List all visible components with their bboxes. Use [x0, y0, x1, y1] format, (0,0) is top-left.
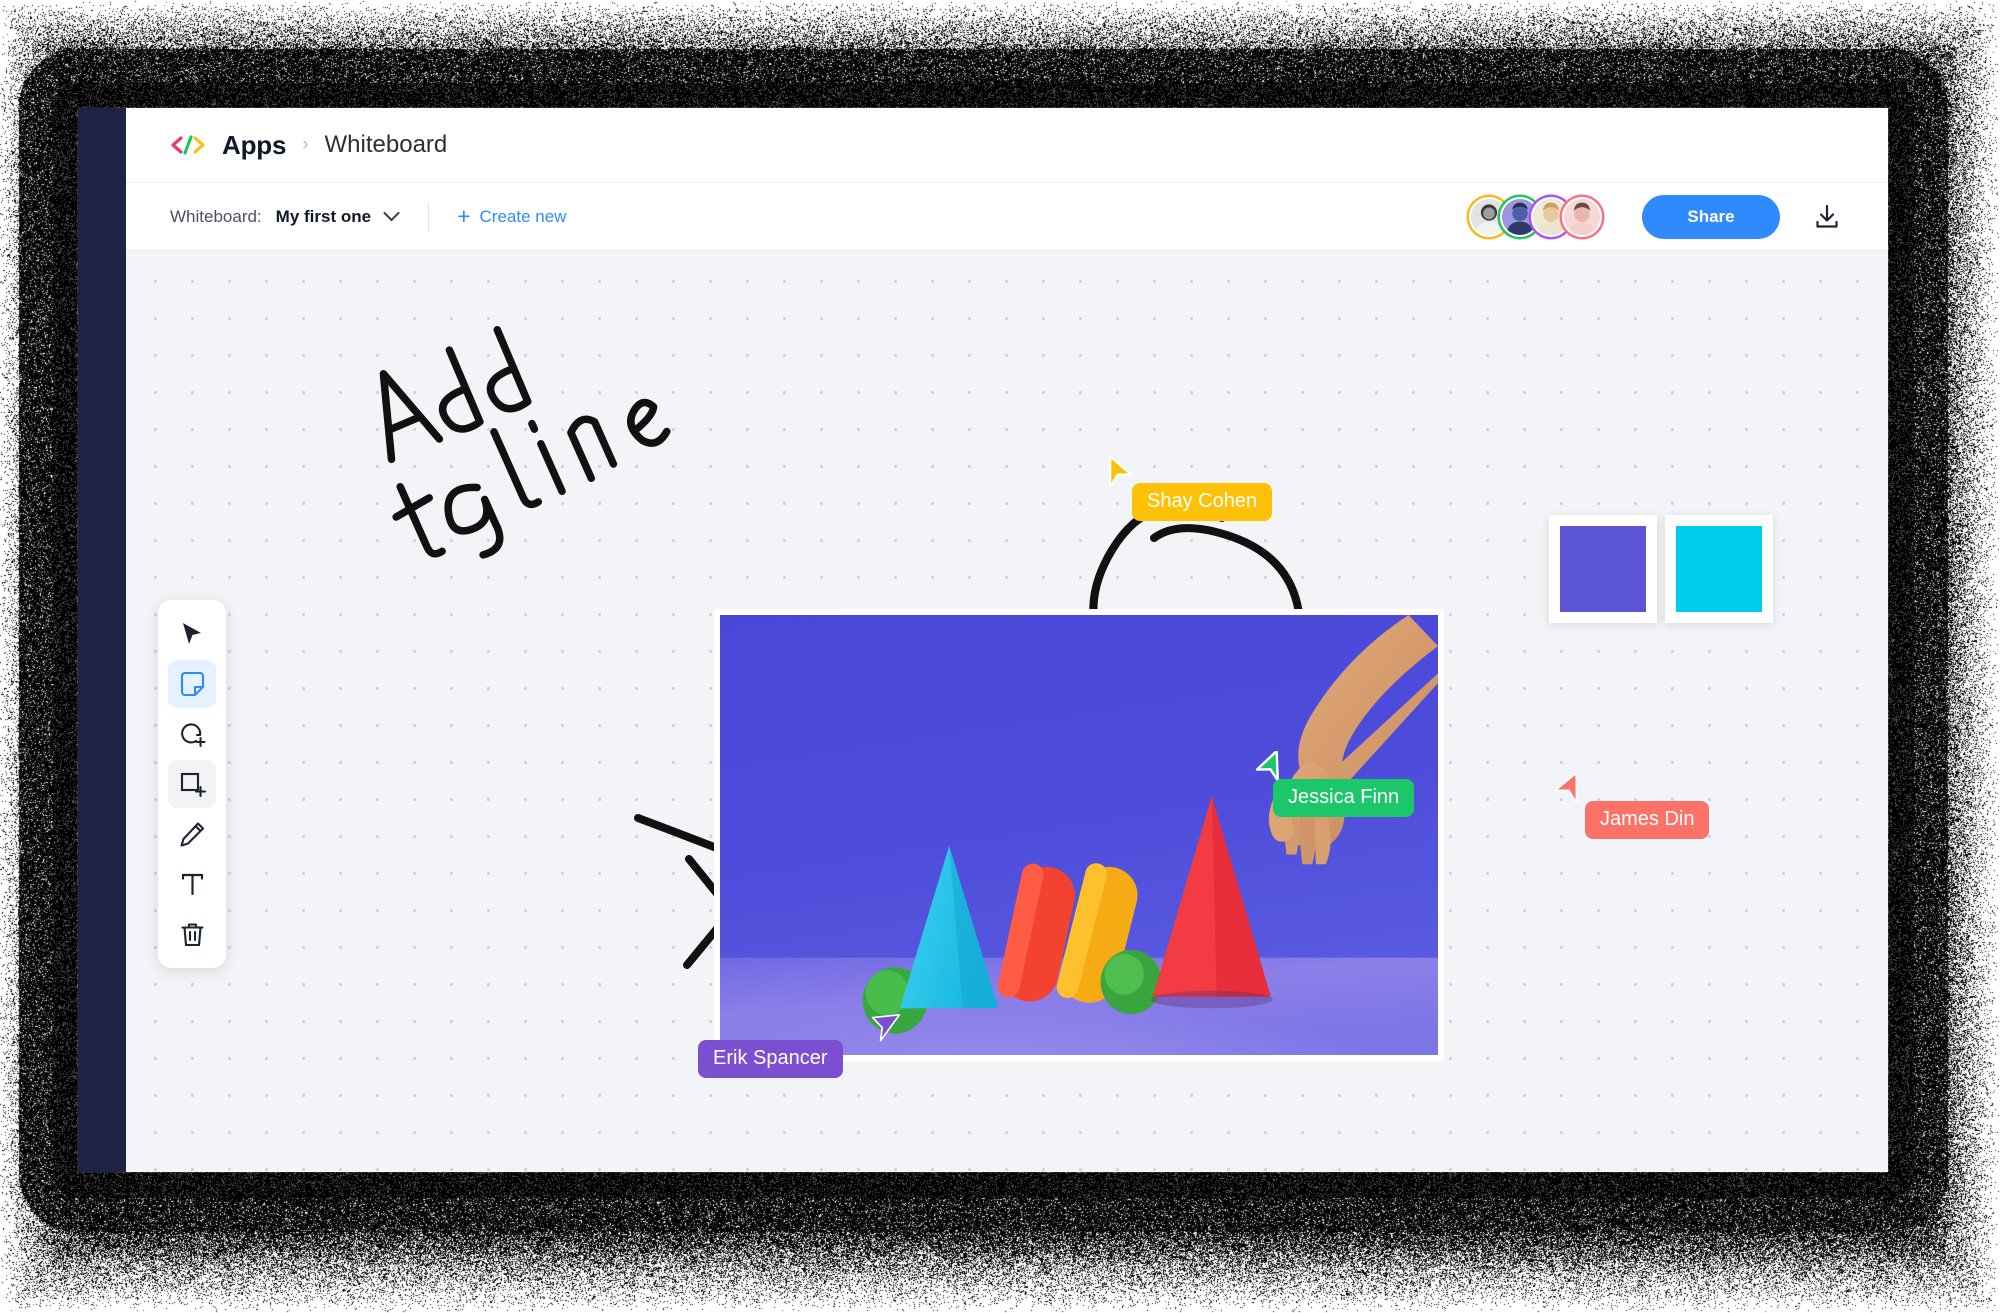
- swatch-card[interactable]: [1549, 515, 1657, 623]
- select-tool[interactable]: [168, 610, 216, 658]
- toolbar-divider: [428, 202, 429, 232]
- cursor-icon: [1553, 773, 1583, 812]
- plus-icon: +: [457, 205, 470, 228]
- breadcrumb-whiteboard[interactable]: Whiteboard: [325, 131, 448, 159]
- create-new-label: Create new: [480, 207, 567, 227]
- comment-plus-icon[interactable]: [168, 710, 216, 758]
- collaborator-name-tag: Erik Spancer: [698, 1040, 843, 1078]
- whiteboard-label: Whiteboard:: [170, 207, 262, 227]
- chevron-down-icon[interactable]: [383, 211, 400, 222]
- delete-tool[interactable]: [168, 910, 216, 958]
- avatar[interactable]: [1562, 197, 1602, 237]
- sticky-note-tool[interactable]: [168, 660, 216, 708]
- create-new-button[interactable]: + Create new: [457, 205, 566, 228]
- share-button[interactable]: Share: [1642, 195, 1780, 239]
- swatch-purple[interactable]: [1560, 526, 1646, 612]
- pencil-tool[interactable]: [168, 810, 216, 858]
- collaborator-name-tag: Jessica Finn: [1273, 779, 1414, 817]
- breadcrumb-separator: ›: [302, 134, 308, 156]
- cursor-icon: [868, 1008, 900, 1047]
- text-tool[interactable]: [168, 860, 216, 908]
- color-swatch-panel: [1549, 515, 1773, 623]
- cursor-icon: [1104, 457, 1134, 496]
- frame-tool[interactable]: [168, 760, 216, 808]
- whiteboard-name-value[interactable]: My first one: [276, 207, 371, 227]
- left-nav-rail: [78, 108, 126, 1172]
- collaborator-avatars: [1469, 197, 1602, 237]
- code-brackets-icon: [170, 133, 206, 157]
- breadcrumb: Apps › Whiteboard: [126, 108, 1888, 183]
- collaborator-name-tag: Shay Cohen: [1132, 483, 1272, 521]
- tool-palette: [158, 600, 226, 968]
- whiteboard-toolbar: Whiteboard: My first one + Create new Sh…: [126, 183, 1888, 251]
- app-body: Apps › Whiteboard Whiteboard: My first o…: [126, 108, 1888, 1172]
- breadcrumb-apps[interactable]: Apps: [222, 130, 286, 161]
- app-window: Apps › Whiteboard Whiteboard: My first o…: [78, 108, 1888, 1172]
- photo-content: [720, 615, 1438, 1055]
- whiteboard-canvas[interactable]: Shay Cohen Jessica Finn James Din Erik S…: [126, 251, 1888, 1172]
- swatch-cyan[interactable]: [1676, 526, 1762, 612]
- collaborator-name-tag: James Din: [1585, 801, 1709, 839]
- shapes-photo[interactable]: [714, 609, 1444, 1061]
- swatch-card[interactable]: [1665, 515, 1773, 623]
- download-icon[interactable]: [1810, 200, 1844, 234]
